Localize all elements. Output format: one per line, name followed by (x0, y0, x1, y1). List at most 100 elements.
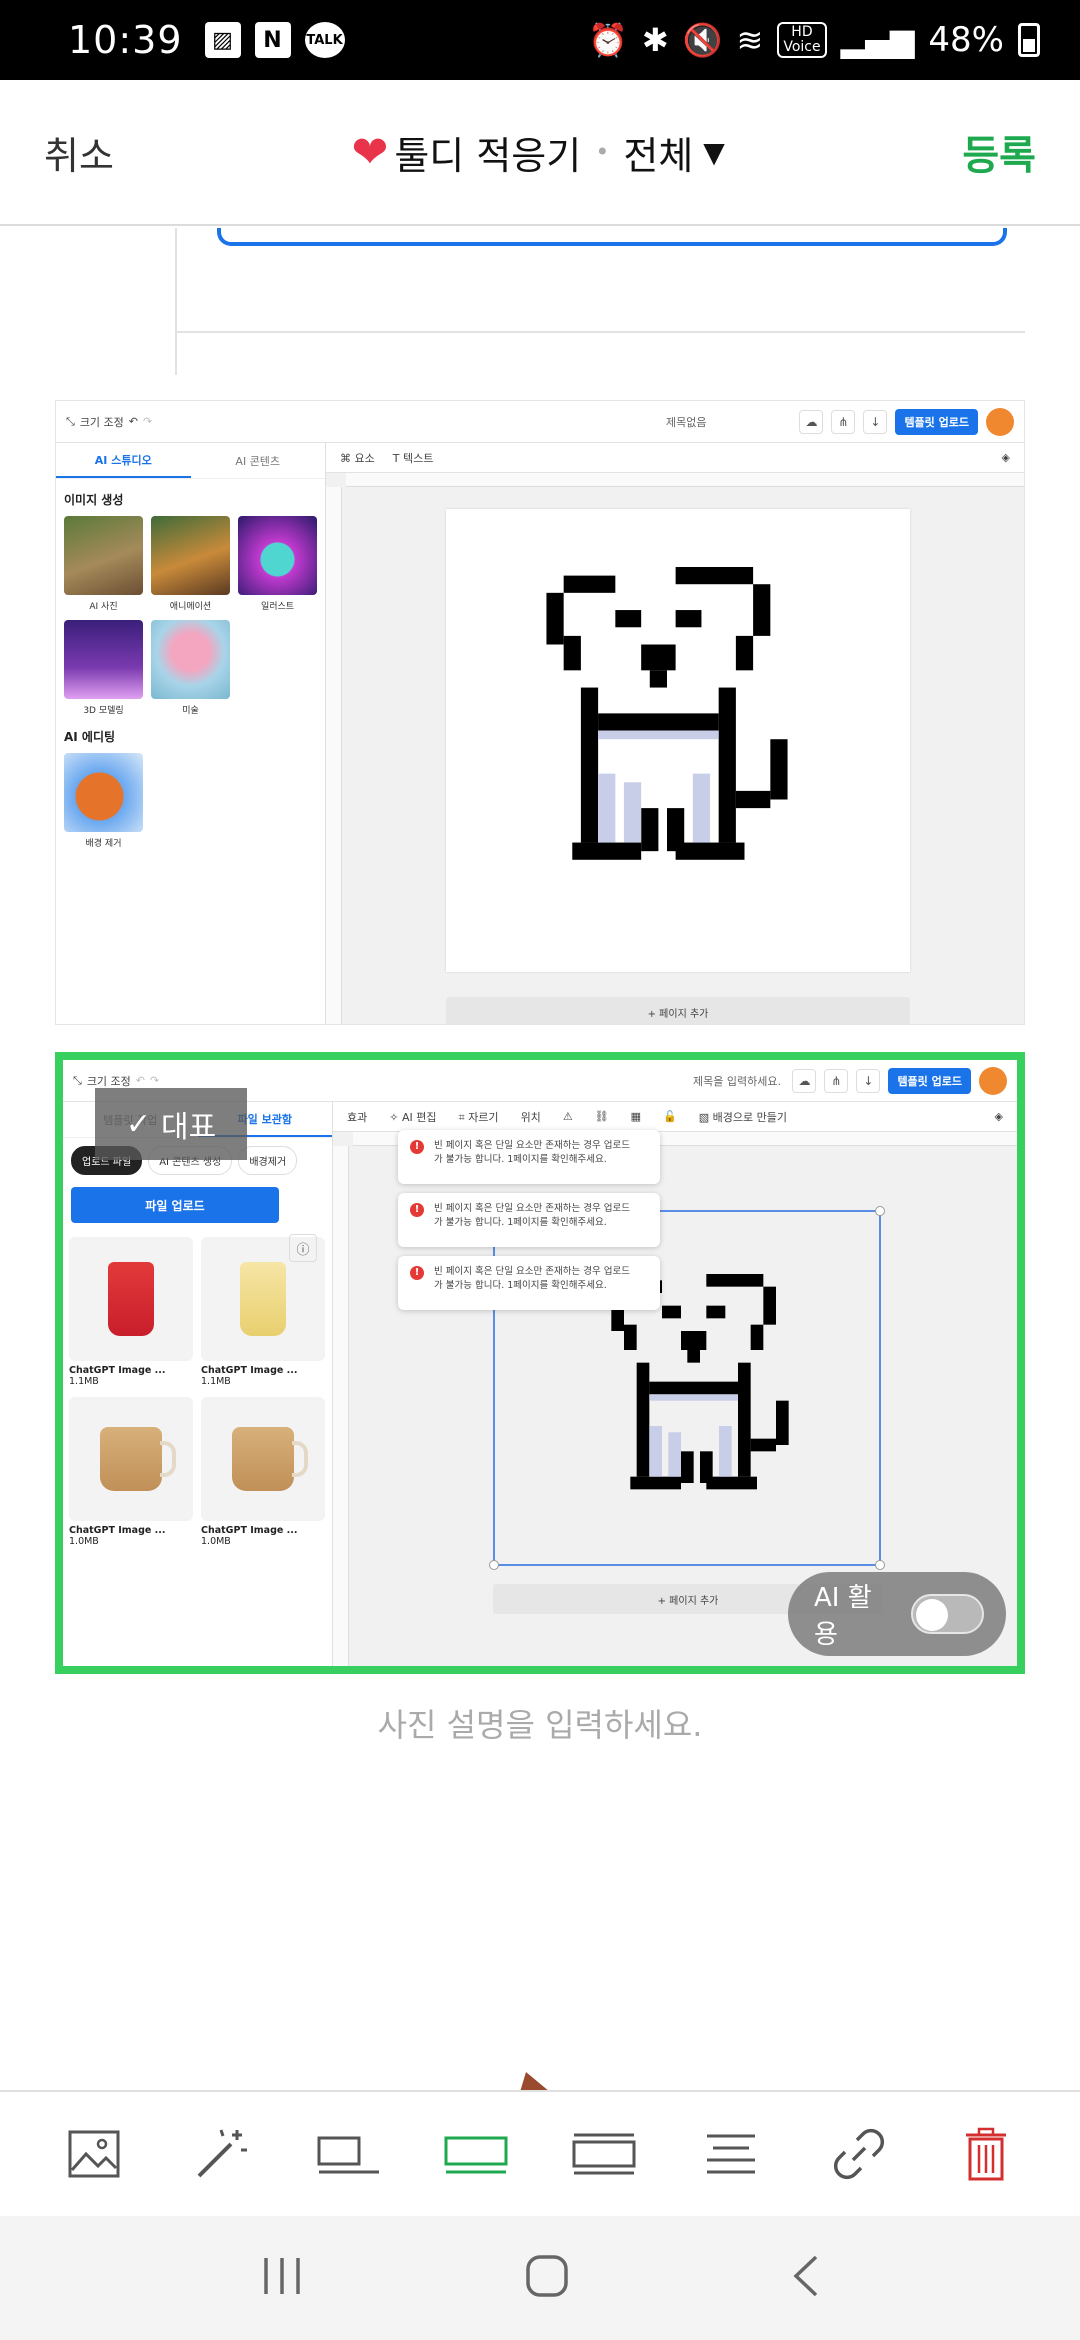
error-toast: ! 빈 페이지 혹은 단일 요소만 존재하는 경우 업로드 가 불가능 합니다. 1… (398, 1193, 660, 1247)
previous-block-border (175, 230, 177, 375)
check-icon: ✓ (125, 1106, 151, 1142)
file-item: ChatGPT Image ... 1.0MB (201, 1397, 325, 1547)
category-selector[interactable]: ❤ 툴디 적응기 • 전체 ▼ (351, 125, 724, 180)
section-ai-editing: AI 에디팅 (64, 730, 116, 744)
shapes-icon: ⌘ (340, 451, 351, 465)
thumb-animation: 애니메이션 (151, 516, 230, 612)
doc-title: 제목없음 (666, 415, 707, 429)
cloud-icon: ☁ (799, 409, 824, 434)
partial-image-peek (520, 2072, 550, 2092)
resize-icon: ⤡ (66, 414, 75, 428)
effect-tool: 효과 (347, 1110, 368, 1124)
bluetooth-icon: ✱ (641, 21, 669, 59)
crop-icon: ⌗ (458, 1110, 465, 1124)
info-icon: ⓘ (289, 1234, 317, 1262)
section-image-generation: 이미지 생성 (64, 493, 124, 507)
layers-icon: ◈ (1001, 451, 1010, 464)
download-icon: ↓ (856, 1068, 881, 1093)
thumb-illust: 일러스트 (238, 516, 317, 612)
battery-icon (1018, 23, 1040, 57)
post-title: 툴디 적응기 (394, 133, 582, 178)
redo-icon: ↷ (150, 1074, 160, 1087)
link-icon[interactable] (819, 2114, 899, 2194)
redo-icon: ↷ (143, 415, 153, 428)
ai-switch[interactable] (910, 1594, 984, 1634)
hd-voice-icon: HD Voice (777, 21, 827, 59)
ai-toggle-label: AI 활용 (814, 1583, 872, 1650)
file-upload-button: 파일 업로드 (71, 1187, 279, 1223)
text-tool: T 텍스트 (392, 451, 434, 465)
image-icon: ▨ (204, 22, 241, 58)
ai-edit-tool: ✧ AI 편집 (389, 1110, 437, 1124)
wifi-icon: ≋ (736, 21, 764, 59)
file-item: ChatGPT Image ... 1.0MB (69, 1397, 193, 1547)
doc-title: 제목을 입력하세요. (693, 1074, 781, 1088)
thumb-art: 미술 (151, 620, 230, 716)
link-icon: ⛓ (594, 1110, 609, 1123)
cloud-icon: ☁ (792, 1068, 817, 1093)
trash-icon[interactable] (946, 2114, 1026, 2194)
category-label: 전체 (623, 133, 694, 178)
kakaotalk-icon: TALK (304, 22, 345, 58)
recents-icon[interactable] (260, 2256, 304, 2300)
ai-studio-panel: AI 스튜디오 AI 콘텐츠 이미지 생성 AI 사진 애니메이션 일러스트 3… (56, 443, 326, 1024)
representative-badge[interactable]: ✓ 대표 (95, 1088, 247, 1160)
crop-tool: ⌗ 자르기 (458, 1110, 499, 1124)
previous-input-edge (217, 228, 1007, 246)
system-nav-bar (0, 2216, 1080, 2340)
image-icon[interactable] (54, 2114, 134, 2194)
mute-icon: 🔇 (682, 21, 723, 59)
previous-block (175, 228, 1025, 333)
signal-icon: ▂▄▆ (840, 21, 915, 59)
file-storage-panel: 템플릿 작업 파일 보관함 업로드 파일 AI 콘텐츠 생성 배경제거 파일 업… (63, 1102, 333, 1666)
resize-icon: ⤡ (73, 1073, 82, 1087)
avatar (979, 1066, 1007, 1095)
thumb-remove-bg: 배경 제거 (64, 753, 143, 849)
battery-percent: 48% (928, 20, 1004, 60)
home-icon[interactable] (525, 2254, 569, 2302)
status-time: 10:39 (68, 18, 183, 62)
app-header: 취소 ❤ 툴디 적응기 • 전체 ▼ 등록 (0, 80, 1080, 226)
status-bar: 10:39 ▨ N TALK ⏰ ✱ 🔇 ≋ HD Voice ▂▄▆ 48% (0, 0, 1080, 80)
template-upload-button: 템플릿 업로드 (895, 408, 978, 435)
tab-ai-content: AI 콘텐츠 (235, 454, 281, 468)
bottom-toolbar (0, 2090, 1080, 2216)
cancel-button[interactable]: 취소 (44, 125, 114, 180)
horizontal-ruler (346, 473, 1024, 487)
magic-icon: ✧ (389, 1110, 399, 1124)
pixel-dog (546, 567, 788, 860)
register-button[interactable]: 등록 (962, 123, 1036, 181)
avatar (986, 407, 1014, 436)
download-icon: ↓ (863, 409, 888, 434)
layout-full-icon[interactable] (436, 2114, 516, 2194)
back-icon[interactable] (790, 2254, 820, 2302)
heart-icon: ❤ (351, 126, 389, 178)
layout-wide-icon[interactable] (564, 2114, 644, 2194)
canvas-page (446, 509, 910, 972)
layers-icon: ◈ (994, 1110, 1003, 1123)
error-icon: ! (410, 1266, 424, 1280)
error-icon: ! (410, 1140, 424, 1154)
ai-toggle[interactable]: AI 활용 (788, 1572, 1006, 1656)
element-tool: ⌘ 요소 (340, 451, 375, 465)
layout-small-icon[interactable] (309, 2114, 389, 2194)
naver-icon: N (254, 22, 291, 58)
file-item: ChatGPT Image ... 1.1MB (69, 1237, 193, 1387)
error-toast: ! 빈 페이지 혹은 단일 요소만 존재하는 경우 업로드 가 불가능 합니다. 1… (398, 1256, 660, 1310)
share-icon: ⋔ (831, 409, 856, 434)
vertical-ruler (333, 1146, 349, 1666)
template-upload-button: 템플릿 업로드 (888, 1067, 971, 1094)
caret-down-icon: ▼ (703, 135, 725, 169)
text-icon: T (392, 451, 400, 465)
transparency-icon: ▦ (630, 1110, 642, 1123)
error-toast: ! 빈 페이지 혹은 단일 요소만 존재하는 경우 업로드 가 불가능 합니다. 1… (398, 1130, 660, 1184)
photo-caption-input[interactable]: 사진 설명을 입력하세요. (0, 1700, 1080, 1746)
align-text-icon[interactable] (691, 2114, 771, 2194)
thumb-3d-modeling: 3D 모델링 (64, 620, 143, 716)
flip-icon: ⚠ (562, 1110, 573, 1123)
undo-icon: ↶ (128, 415, 139, 428)
lock-icon: 🔓 (663, 1110, 677, 1123)
screenshot-image-1[interactable]: ⤡ 크기 조정 ↶ ↷ 제목없음 ☁ ⋔ ↓ 템플릿 업로드 AI 스튜디오 AI 콘… (55, 400, 1025, 1025)
vertical-ruler (326, 487, 342, 1024)
magic-wand-icon[interactable] (181, 2114, 261, 2194)
